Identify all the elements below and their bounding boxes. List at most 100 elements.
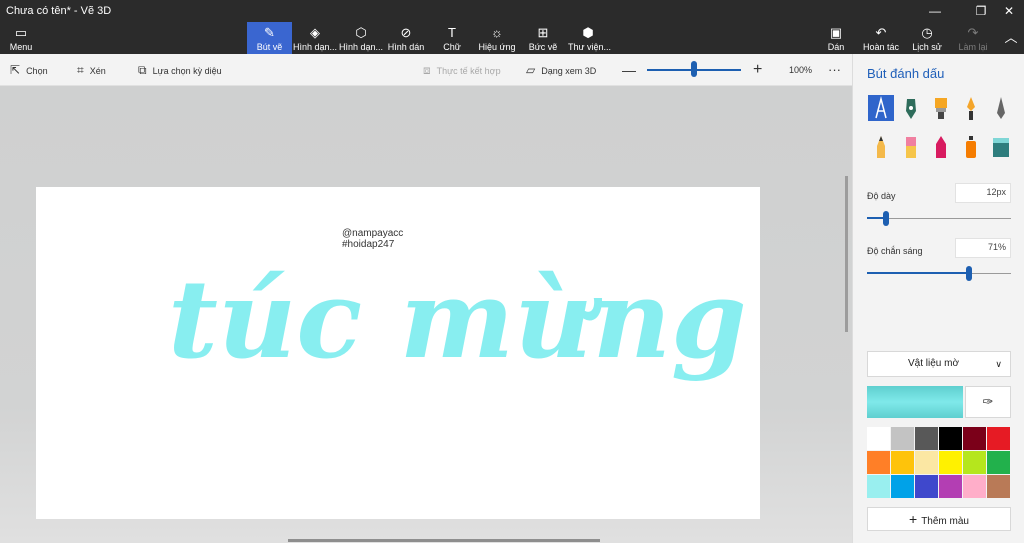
panel-title: Bút đánh dấu [867,66,945,81]
title-bar: Chưa có tên* - Vẽ 3D — ❐ ✕ [0,0,1024,22]
collapse-ribbon-button[interactable]: ︿ [1000,22,1022,54]
crop-tool[interactable]: ⌗ Xén [77,54,106,86]
canvas-toolbar: ⇱ Chọn ⌗ Xén ⧉ Lựa chọn kỳ diệu ⧈ Thực tế kế… [0,54,852,86]
oil-brush[interactable] [928,95,954,121]
cube-icon: ⬡ [355,25,367,40]
shapes-icon: ◈ [310,25,320,40]
palette-swatch[interactable] [915,427,938,450]
cursor-icon: ⇱ [10,63,21,77]
palette-swatch[interactable] [939,427,962,450]
chevron-down-icon: ∨ [995,359,1002,369]
palette-swatch[interactable] [891,427,914,450]
zoom-out-button[interactable]: — [622,54,636,86]
opacity-slider-thumb[interactable] [966,266,973,281]
watercolor-brush[interactable] [958,95,984,121]
menu-button[interactable]: ▭ Menu [2,22,40,54]
zoom-in-button[interactable]: + [753,54,762,86]
palette-swatch[interactable] [891,451,914,474]
tab-text[interactable]: T Chữ [436,22,468,54]
mixed-reality-button[interactable]: ⧈ Thực tế kết hợp [423,54,501,86]
history-button[interactable]: ◷ Lịch sử [912,22,942,54]
library-icon: ⬢ [582,25,594,40]
zoom-level[interactable]: 100% [789,54,812,86]
material-dropdown[interactable]: Vật liệu mờ ∨ [867,351,1011,377]
brush-panel: Bút đánh dấu Độ dày 12px Độ chắn sáng 71… [852,54,1024,543]
tab-library[interactable]: ⬢ Thư viện... [568,22,611,54]
spray-can-brush[interactable] [958,134,984,160]
close-button[interactable]: ✕ [994,2,1024,20]
tab-3d-shapes[interactable]: ⬡ Hình dạn... [339,22,383,54]
tab-stickers[interactable]: ⊘ Hình dán [386,22,426,54]
crayon-brush[interactable] [928,134,954,160]
palette-swatch[interactable] [963,427,986,450]
select-tool[interactable]: ⇱ Chọn [10,54,48,86]
thickness-input[interactable]: 12px [955,183,1011,203]
drawing-canvas[interactable]: @nampayacc #hoidap247 túc mừng [36,187,760,519]
sun-icon: ☼ [491,25,503,40]
palette-swatch[interactable] [867,475,890,498]
tab-effects[interactable]: ☼ Hiệu ứng [477,22,517,54]
palette-swatch[interactable] [915,451,938,474]
ribbon: ▭ Menu ✎ Bút vẽ ◈ Hình dạn... ⬡ Hình dạn… [0,22,1024,54]
text-icon: T [448,25,456,40]
palette-swatch[interactable] [867,451,890,474]
clipboard-icon: ▣ [829,25,843,40]
thickness-label: Độ dày [867,191,896,201]
view-3d-icon: ▱ [526,63,536,77]
palette-swatch[interactable] [987,475,1010,498]
marker-brush[interactable] [868,95,894,121]
palette-swatch[interactable] [915,475,938,498]
eyedropper-icon: ✑ [982,394,994,409]
palette-swatch[interactable] [987,427,1010,450]
add-color-button[interactable]: + Thêm màu [867,507,1011,531]
clock-icon: ◷ [921,25,933,40]
folder-icon: ▭ [14,25,28,40]
brush-icon: ✎ [264,25,275,40]
palette-swatch[interactable] [939,451,962,474]
pixel-pen-brush[interactable] [988,95,1014,121]
thickness-slider-thumb[interactable] [882,211,889,226]
paste-button[interactable]: ▣ Dán [825,22,847,54]
maximize-button[interactable]: ❐ [966,2,996,20]
opacity-slider-fill [867,272,970,274]
palette-swatch[interactable] [987,451,1010,474]
pencil-brush[interactable] [868,134,894,160]
tab-brushes[interactable]: ✎ Bút vẽ [247,22,292,54]
minimize-button[interactable]: — [920,2,950,20]
plus-icon: + [909,511,918,527]
zoom-slider-thumb[interactable] [691,61,697,77]
tab-2d-shapes[interactable]: ◈ Hình dạn... [293,22,337,54]
eraser-brush[interactable] [898,134,924,160]
palette-swatch[interactable] [963,451,986,474]
calligraphy-pen-brush[interactable] [898,95,924,121]
palette-swatch[interactable] [963,475,986,498]
current-color-swatch[interactable] [867,386,963,418]
sticker-icon: ⊘ [400,25,412,40]
palette-swatch[interactable] [891,475,914,498]
mixed-reality-icon: ⧈ [423,63,431,77]
fill-bucket-brush[interactable] [988,134,1014,160]
undo-button[interactable]: ↶ Hoàn tác [862,22,900,54]
view-3d-button[interactable]: ▱ Dạng xem 3D [526,54,596,86]
chevron-up-icon: ︿ [1004,30,1018,45]
tab-canvas[interactable]: ⊞ Bức vẽ [528,22,558,54]
palette-swatch[interactable] [867,427,890,450]
eyedropper-button[interactable]: ✑ [965,386,1011,418]
more-options-button[interactable]: ··· [828,54,841,86]
redo-button[interactable]: ↷ Làm lại [956,22,990,54]
crop-icon: ⌗ [77,63,84,77]
undo-icon: ↶ [875,25,887,40]
canvas-icon: ⊞ [537,25,549,40]
magic-select-icon: ⧉ [138,63,147,77]
material-selected: Vật liệu mờ [908,358,960,369]
handwriting-text: túc mừng [168,257,747,383]
opacity-input[interactable]: 71% [955,238,1011,258]
palette-swatch[interactable] [939,475,962,498]
magic-select-tool[interactable]: ⧉ Lựa chọn kỳ diệu [138,54,222,86]
horizontal-scrollbar[interactable] [288,539,600,542]
opacity-label: Độ chắn sáng [867,246,923,256]
vertical-scrollbar[interactable] [845,176,848,332]
canvas-area[interactable]: @nampayacc #hoidap247 túc mừng [0,86,852,543]
window-title: Chưa có tên* - Vẽ 3D [6,5,112,17]
redo-icon: ↷ [967,25,979,40]
